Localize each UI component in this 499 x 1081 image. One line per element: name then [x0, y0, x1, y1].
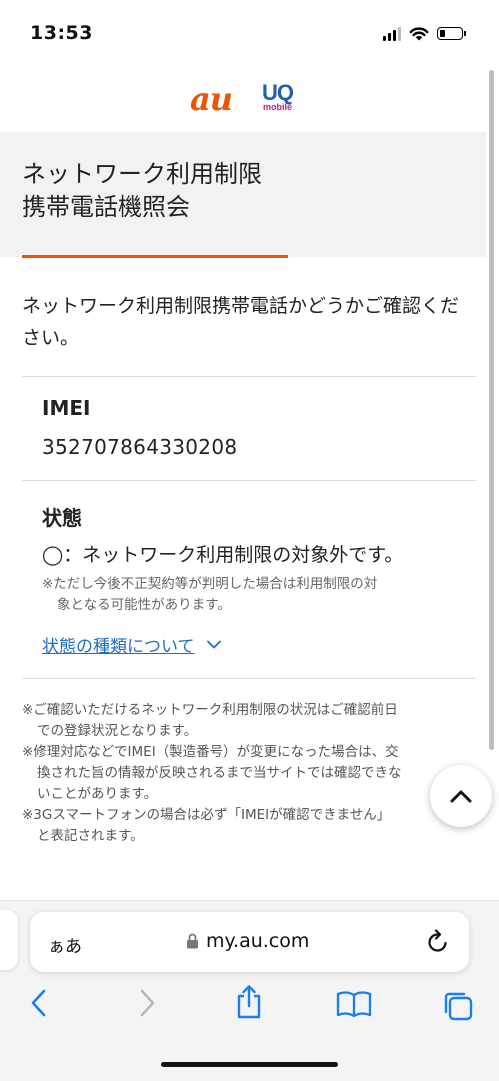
title-accent-underline: [22, 255, 288, 258]
wifi-icon: [409, 27, 429, 41]
url-text: my.au.com: [206, 930, 310, 952]
back-button[interactable]: [30, 988, 48, 1022]
state-note: ※ただし今後不正契約等が判明した場合は利用制限の対 象となる可能性があります。: [42, 574, 462, 616]
lock-icon: [187, 933, 198, 949]
state-value: ◯：ネットワーク利用制限の対象外です。: [42, 544, 404, 566]
state-types-link[interactable]: 状態の種類について: [42, 632, 221, 657]
forward-button[interactable]: [138, 988, 156, 1022]
scroll-to-top-button[interactable]: [430, 765, 492, 827]
chevron-up-icon: [450, 790, 472, 803]
divider: [22, 678, 476, 679]
previous-tab-preview[interactable]: [0, 910, 18, 970]
state-note-line1: ※ただし今後不正契約等が判明した場合は利用制限の対: [42, 576, 378, 592]
imei-label: IMEI: [42, 396, 91, 420]
note-2-line1: ※修理対応などでIMEI（製造番号）が変更になった場合は、交: [22, 744, 399, 760]
reload-icon: [428, 929, 447, 952]
imei-value: 352707864330208: [42, 435, 238, 459]
note-3-line1: ※3Gスマートフォンの場合は必ず「IMEIが確認できません」: [22, 807, 391, 823]
au-logo[interactable]: au: [190, 80, 233, 118]
status-time: 13:53: [30, 22, 93, 44]
bookmarks-icon: [336, 991, 372, 1018]
tabs-icon: [444, 992, 473, 1021]
note-2-line3: いことがあります。: [37, 786, 158, 802]
uq-mobile-logo[interactable]: UQ mobile: [262, 80, 294, 112]
state-types-link-label: 状態の種類について: [42, 637, 195, 657]
notes-list: ※ご確認いただけるネットワーク利用制限の状況はご確認前日 での登録状況となります…: [22, 700, 472, 847]
url-field[interactable]: my.au.com: [186, 930, 309, 952]
page-scrollbar[interactable]: [489, 70, 494, 750]
uq-logo-text: UQ: [262, 80, 294, 105]
chevron-down-icon: [206, 640, 221, 649]
share-button[interactable]: [234, 984, 264, 1024]
back-icon: [31, 989, 46, 1017]
divider: [22, 480, 476, 481]
bookmarks-button[interactable]: [336, 990, 372, 1022]
note-3-line2: と表記されます。: [37, 828, 144, 844]
page-title-line2: 携帯電話機照会: [22, 193, 190, 221]
note-2-line2: 換された旨の情報が反映されるまで当サイトでは確認できな: [37, 765, 402, 781]
status-icons: [383, 26, 466, 41]
forward-icon: [140, 989, 155, 1017]
page-settings-button[interactable]: ぁあ: [48, 932, 82, 957]
home-indicator: [161, 1062, 338, 1067]
share-icon: [237, 985, 261, 1019]
note-1-line1: ※ご確認いただけるネットワーク利用制限の状況はご確認前日: [22, 702, 398, 718]
page-title: ネットワーク利用制限 携帯電話機照会: [22, 158, 262, 224]
page-title-line1: ネットワーク利用制限: [22, 160, 262, 188]
tabs-button[interactable]: [442, 990, 474, 1026]
cellular-signal-icon: [383, 26, 401, 41]
state-note-line2: 象となる可能性があります。: [57, 597, 231, 613]
note-1-line2: での登録状況となります。: [37, 723, 198, 739]
intro-text: ネットワーク利用制限携帯電話かどうかご確認ください。: [22, 295, 460, 349]
reload-button[interactable]: [426, 928, 450, 958]
divider: [22, 376, 476, 377]
state-label: 状態: [42, 506, 82, 530]
uq-logo-sub: mobile: [262, 102, 292, 112]
battery-low-icon: [437, 27, 466, 40]
